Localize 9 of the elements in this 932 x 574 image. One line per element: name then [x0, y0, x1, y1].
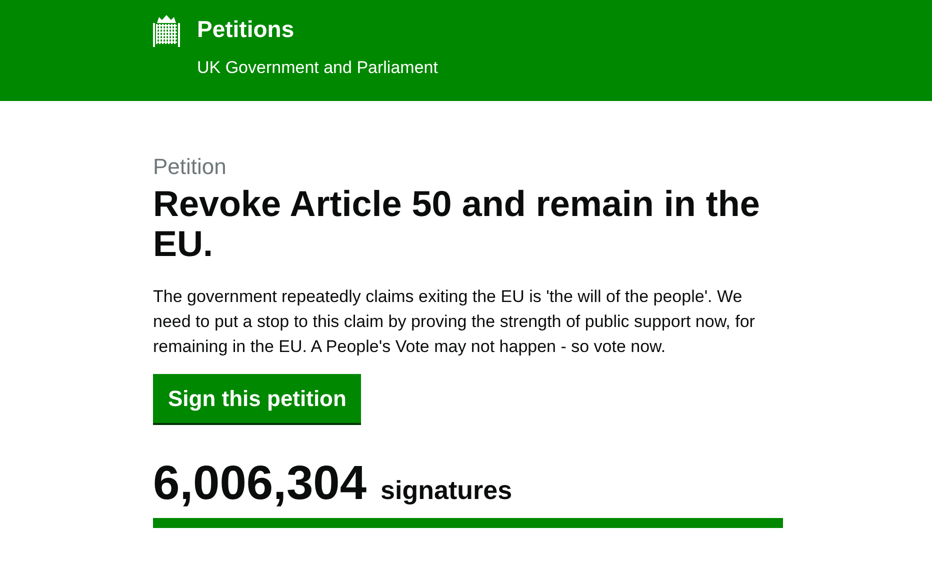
petition-description: The government repeatedly claims exiting the EU is 'the will of the people'. We need to put a stop to this claim by proving the strength of public support now, for remaining in the EU. A People's Vote may not happen - so vote now. — [153, 286, 756, 358]
signature-count: 6,006,304 — [153, 457, 367, 511]
signature-label: signatures — [380, 475, 512, 506]
site-title[interactable]: Petitions — [197, 12, 438, 46]
site-subtitle: UK Government and Parliament — [197, 57, 438, 79]
petition-title: Revoke Article 50 and remain in the EU. — [153, 184, 761, 264]
page-label: Petition — [153, 153, 228, 181]
sign-button[interactable]: Sign this petition — [153, 374, 362, 423]
portcullis-icon — [153, 14, 180, 48]
